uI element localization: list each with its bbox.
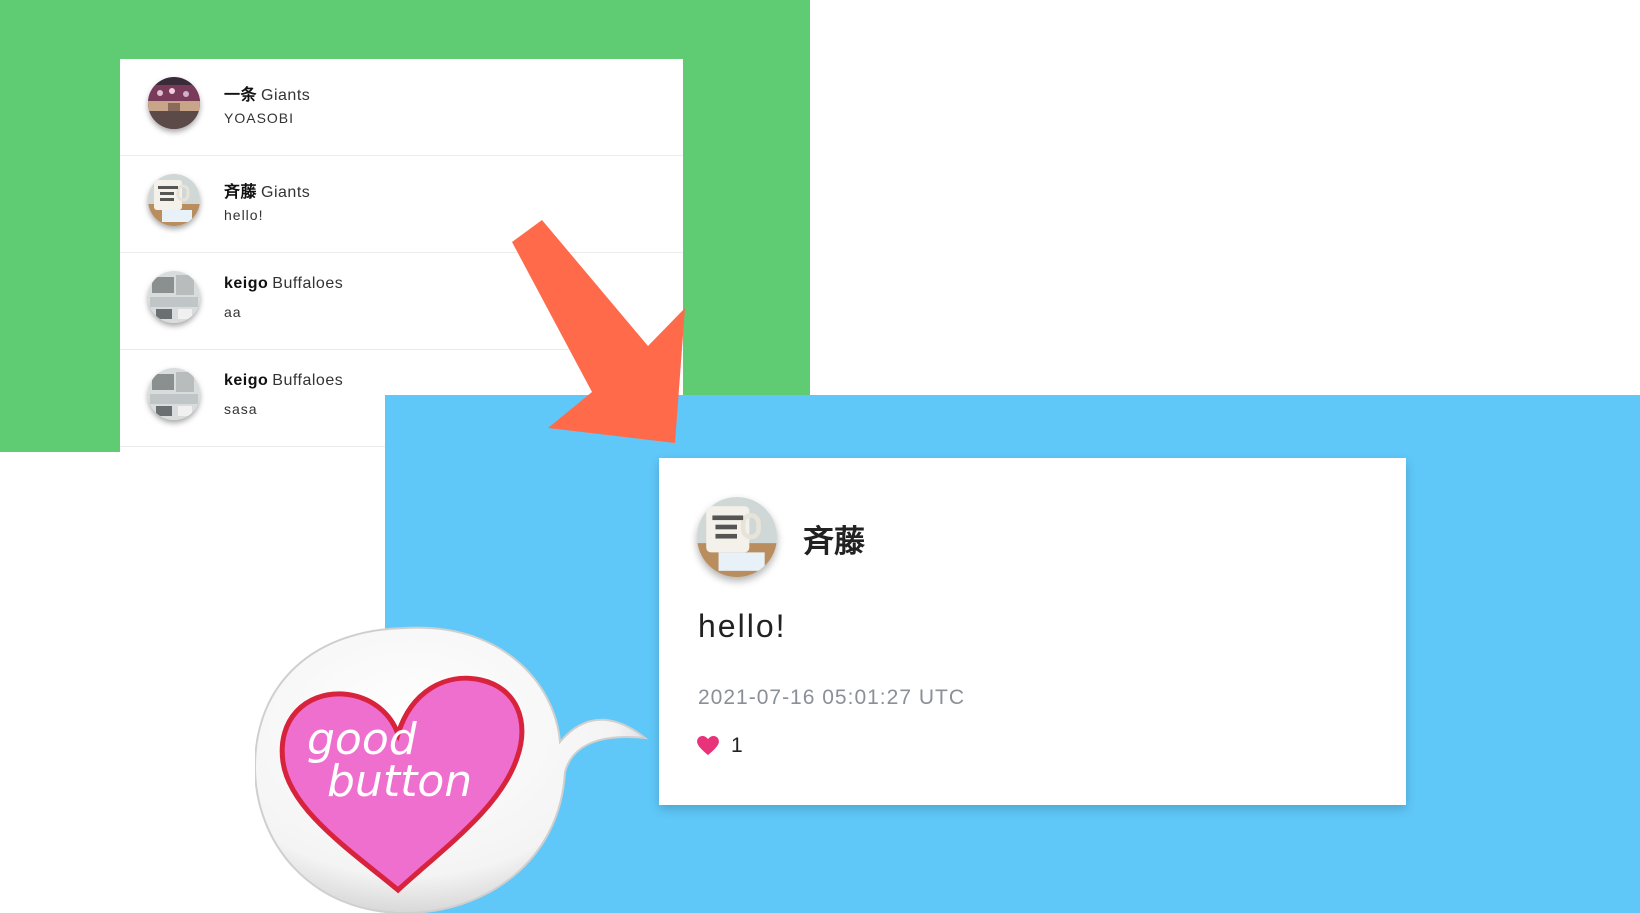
callout-text-button: button — [327, 756, 472, 807]
list-item-header: 一条 Giants — [224, 81, 310, 105]
user-name[interactable]: keigo — [224, 275, 268, 292]
like-button[interactable]: 1 — [697, 734, 743, 758]
list-item-header: keigo Buffaloes — [224, 275, 343, 293]
mug-photo-icon — [148, 174, 200, 226]
avatar[interactable] — [148, 174, 200, 226]
list-item[interactable]: 一条 Giants YOASOBI — [120, 59, 683, 156]
post-detail-card: 斉藤 hello! 2021-07-16 05:01:27 UTC 1 — [659, 458, 1406, 805]
list-item-message: aa — [224, 304, 242, 320]
team-name: Buffaloes — [272, 275, 344, 292]
post-body: hello! — [698, 608, 787, 644]
list-item-message: hello! — [224, 207, 264, 223]
list-item-header: 斉藤 Giants — [224, 178, 310, 202]
team-name: Buffaloes — [272, 372, 344, 389]
desk-photo-icon — [148, 368, 200, 420]
user-name[interactable]: 一条 — [224, 87, 257, 104]
post-author[interactable]: 斉藤 — [803, 516, 865, 561]
avatar[interactable] — [148, 368, 200, 420]
list-item-header: keigo Buffaloes — [224, 372, 343, 390]
arrow-icon — [512, 220, 685, 443]
stadium-photo-icon — [148, 77, 200, 129]
team-name: Giants — [261, 87, 311, 104]
team-name: Giants — [261, 184, 311, 201]
speech-bubble-callout: good button — [255, 626, 649, 913]
heart-icon[interactable] — [697, 736, 719, 756]
post-timestamp: 2021-07-16 05:01:27 UTC — [698, 686, 965, 709]
avatar[interactable] — [697, 497, 777, 577]
like-count: 1 — [731, 734, 743, 757]
list-item-message: sasa — [224, 401, 258, 417]
list-item-message: YOASOBI — [224, 110, 295, 126]
mug-photo-icon — [697, 497, 777, 577]
avatar[interactable] — [148, 77, 200, 129]
user-name[interactable]: keigo — [224, 372, 268, 389]
avatar[interactable] — [148, 271, 200, 323]
user-name[interactable]: 斉藤 — [224, 184, 257, 201]
desk-photo-icon — [148, 271, 200, 323]
